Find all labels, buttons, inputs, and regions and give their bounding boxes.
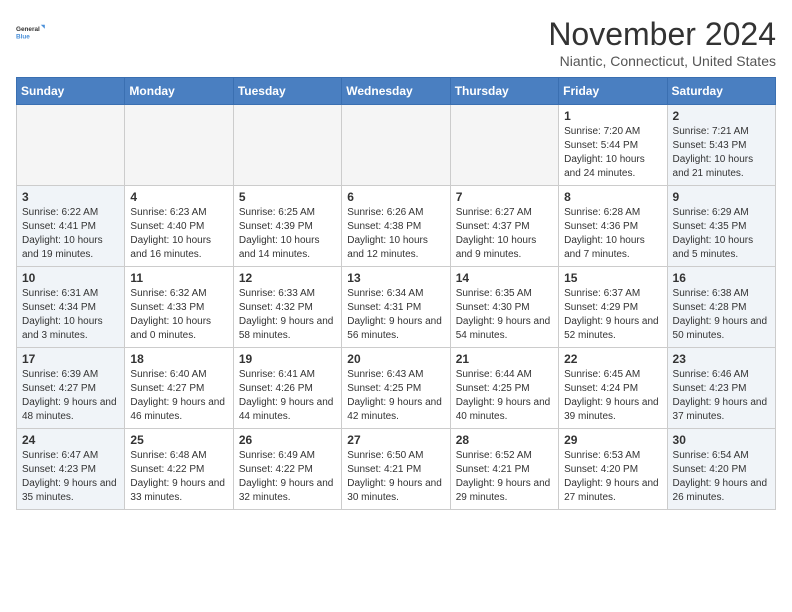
- header-monday: Monday: [125, 78, 233, 105]
- table-row: 22Sunrise: 6:45 AM Sunset: 4:24 PM Dayli…: [559, 348, 667, 429]
- table-row: 1Sunrise: 7:20 AM Sunset: 5:44 PM Daylig…: [559, 105, 667, 186]
- table-row: 21Sunrise: 6:44 AM Sunset: 4:25 PM Dayli…: [450, 348, 558, 429]
- table-row: 3Sunrise: 6:22 AM Sunset: 4:41 PM Daylig…: [17, 186, 125, 267]
- table-row: 15Sunrise: 6:37 AM Sunset: 4:29 PM Dayli…: [559, 267, 667, 348]
- logo: GeneralBlue: [16, 16, 48, 48]
- table-row: 27Sunrise: 6:50 AM Sunset: 4:21 PM Dayli…: [342, 429, 450, 510]
- calendar-table: Sunday Monday Tuesday Wednesday Thursday…: [16, 77, 776, 510]
- table-row: 26Sunrise: 6:49 AM Sunset: 4:22 PM Dayli…: [233, 429, 341, 510]
- table-row: 5Sunrise: 6:25 AM Sunset: 4:39 PM Daylig…: [233, 186, 341, 267]
- header-tuesday: Tuesday: [233, 78, 341, 105]
- table-row: [17, 105, 125, 186]
- table-row: 25Sunrise: 6:48 AM Sunset: 4:22 PM Dayli…: [125, 429, 233, 510]
- table-row: 28Sunrise: 6:52 AM Sunset: 4:21 PM Dayli…: [450, 429, 558, 510]
- logo-icon: GeneralBlue: [16, 16, 48, 48]
- table-row: 4Sunrise: 6:23 AM Sunset: 4:40 PM Daylig…: [125, 186, 233, 267]
- table-row: 30Sunrise: 6:54 AM Sunset: 4:20 PM Dayli…: [667, 429, 775, 510]
- title-area: November 2024 Niantic, Connecticut, Unit…: [548, 16, 776, 69]
- table-row: 7Sunrise: 6:27 AM Sunset: 4:37 PM Daylig…: [450, 186, 558, 267]
- header: GeneralBlue November 2024 Niantic, Conne…: [16, 16, 776, 69]
- table-row: 19Sunrise: 6:41 AM Sunset: 4:26 PM Dayli…: [233, 348, 341, 429]
- table-row: 2Sunrise: 7:21 AM Sunset: 5:43 PM Daylig…: [667, 105, 775, 186]
- table-row: 12Sunrise: 6:33 AM Sunset: 4:32 PM Dayli…: [233, 267, 341, 348]
- table-row: 11Sunrise: 6:32 AM Sunset: 4:33 PM Dayli…: [125, 267, 233, 348]
- table-row: 24Sunrise: 6:47 AM Sunset: 4:23 PM Dayli…: [17, 429, 125, 510]
- header-sunday: Sunday: [17, 78, 125, 105]
- table-row: 17Sunrise: 6:39 AM Sunset: 4:27 PM Dayli…: [17, 348, 125, 429]
- table-row: [342, 105, 450, 186]
- table-row: [233, 105, 341, 186]
- table-row: 16Sunrise: 6:38 AM Sunset: 4:28 PM Dayli…: [667, 267, 775, 348]
- table-row: 8Sunrise: 6:28 AM Sunset: 4:36 PM Daylig…: [559, 186, 667, 267]
- header-friday: Friday: [559, 78, 667, 105]
- table-row: [450, 105, 558, 186]
- table-row: 13Sunrise: 6:34 AM Sunset: 4:31 PM Dayli…: [342, 267, 450, 348]
- calendar-header: Sunday Monday Tuesday Wednesday Thursday…: [17, 78, 776, 105]
- table-row: 29Sunrise: 6:53 AM Sunset: 4:20 PM Dayli…: [559, 429, 667, 510]
- month-title: November 2024: [548, 16, 776, 53]
- table-row: 10Sunrise: 6:31 AM Sunset: 4:34 PM Dayli…: [17, 267, 125, 348]
- svg-text:General: General: [16, 26, 40, 33]
- table-row: 18Sunrise: 6:40 AM Sunset: 4:27 PM Dayli…: [125, 348, 233, 429]
- table-row: 23Sunrise: 6:46 AM Sunset: 4:23 PM Dayli…: [667, 348, 775, 429]
- svg-text:Blue: Blue: [16, 33, 30, 40]
- header-wednesday: Wednesday: [342, 78, 450, 105]
- calendar-body: 1Sunrise: 7:20 AM Sunset: 5:44 PM Daylig…: [17, 105, 776, 510]
- header-saturday: Saturday: [667, 78, 775, 105]
- location-subtitle: Niantic, Connecticut, United States: [548, 53, 776, 69]
- table-row: 6Sunrise: 6:26 AM Sunset: 4:38 PM Daylig…: [342, 186, 450, 267]
- table-row: 20Sunrise: 6:43 AM Sunset: 4:25 PM Dayli…: [342, 348, 450, 429]
- header-thursday: Thursday: [450, 78, 558, 105]
- table-row: 14Sunrise: 6:35 AM Sunset: 4:30 PM Dayli…: [450, 267, 558, 348]
- table-row: 9Sunrise: 6:29 AM Sunset: 4:35 PM Daylig…: [667, 186, 775, 267]
- table-row: [125, 105, 233, 186]
